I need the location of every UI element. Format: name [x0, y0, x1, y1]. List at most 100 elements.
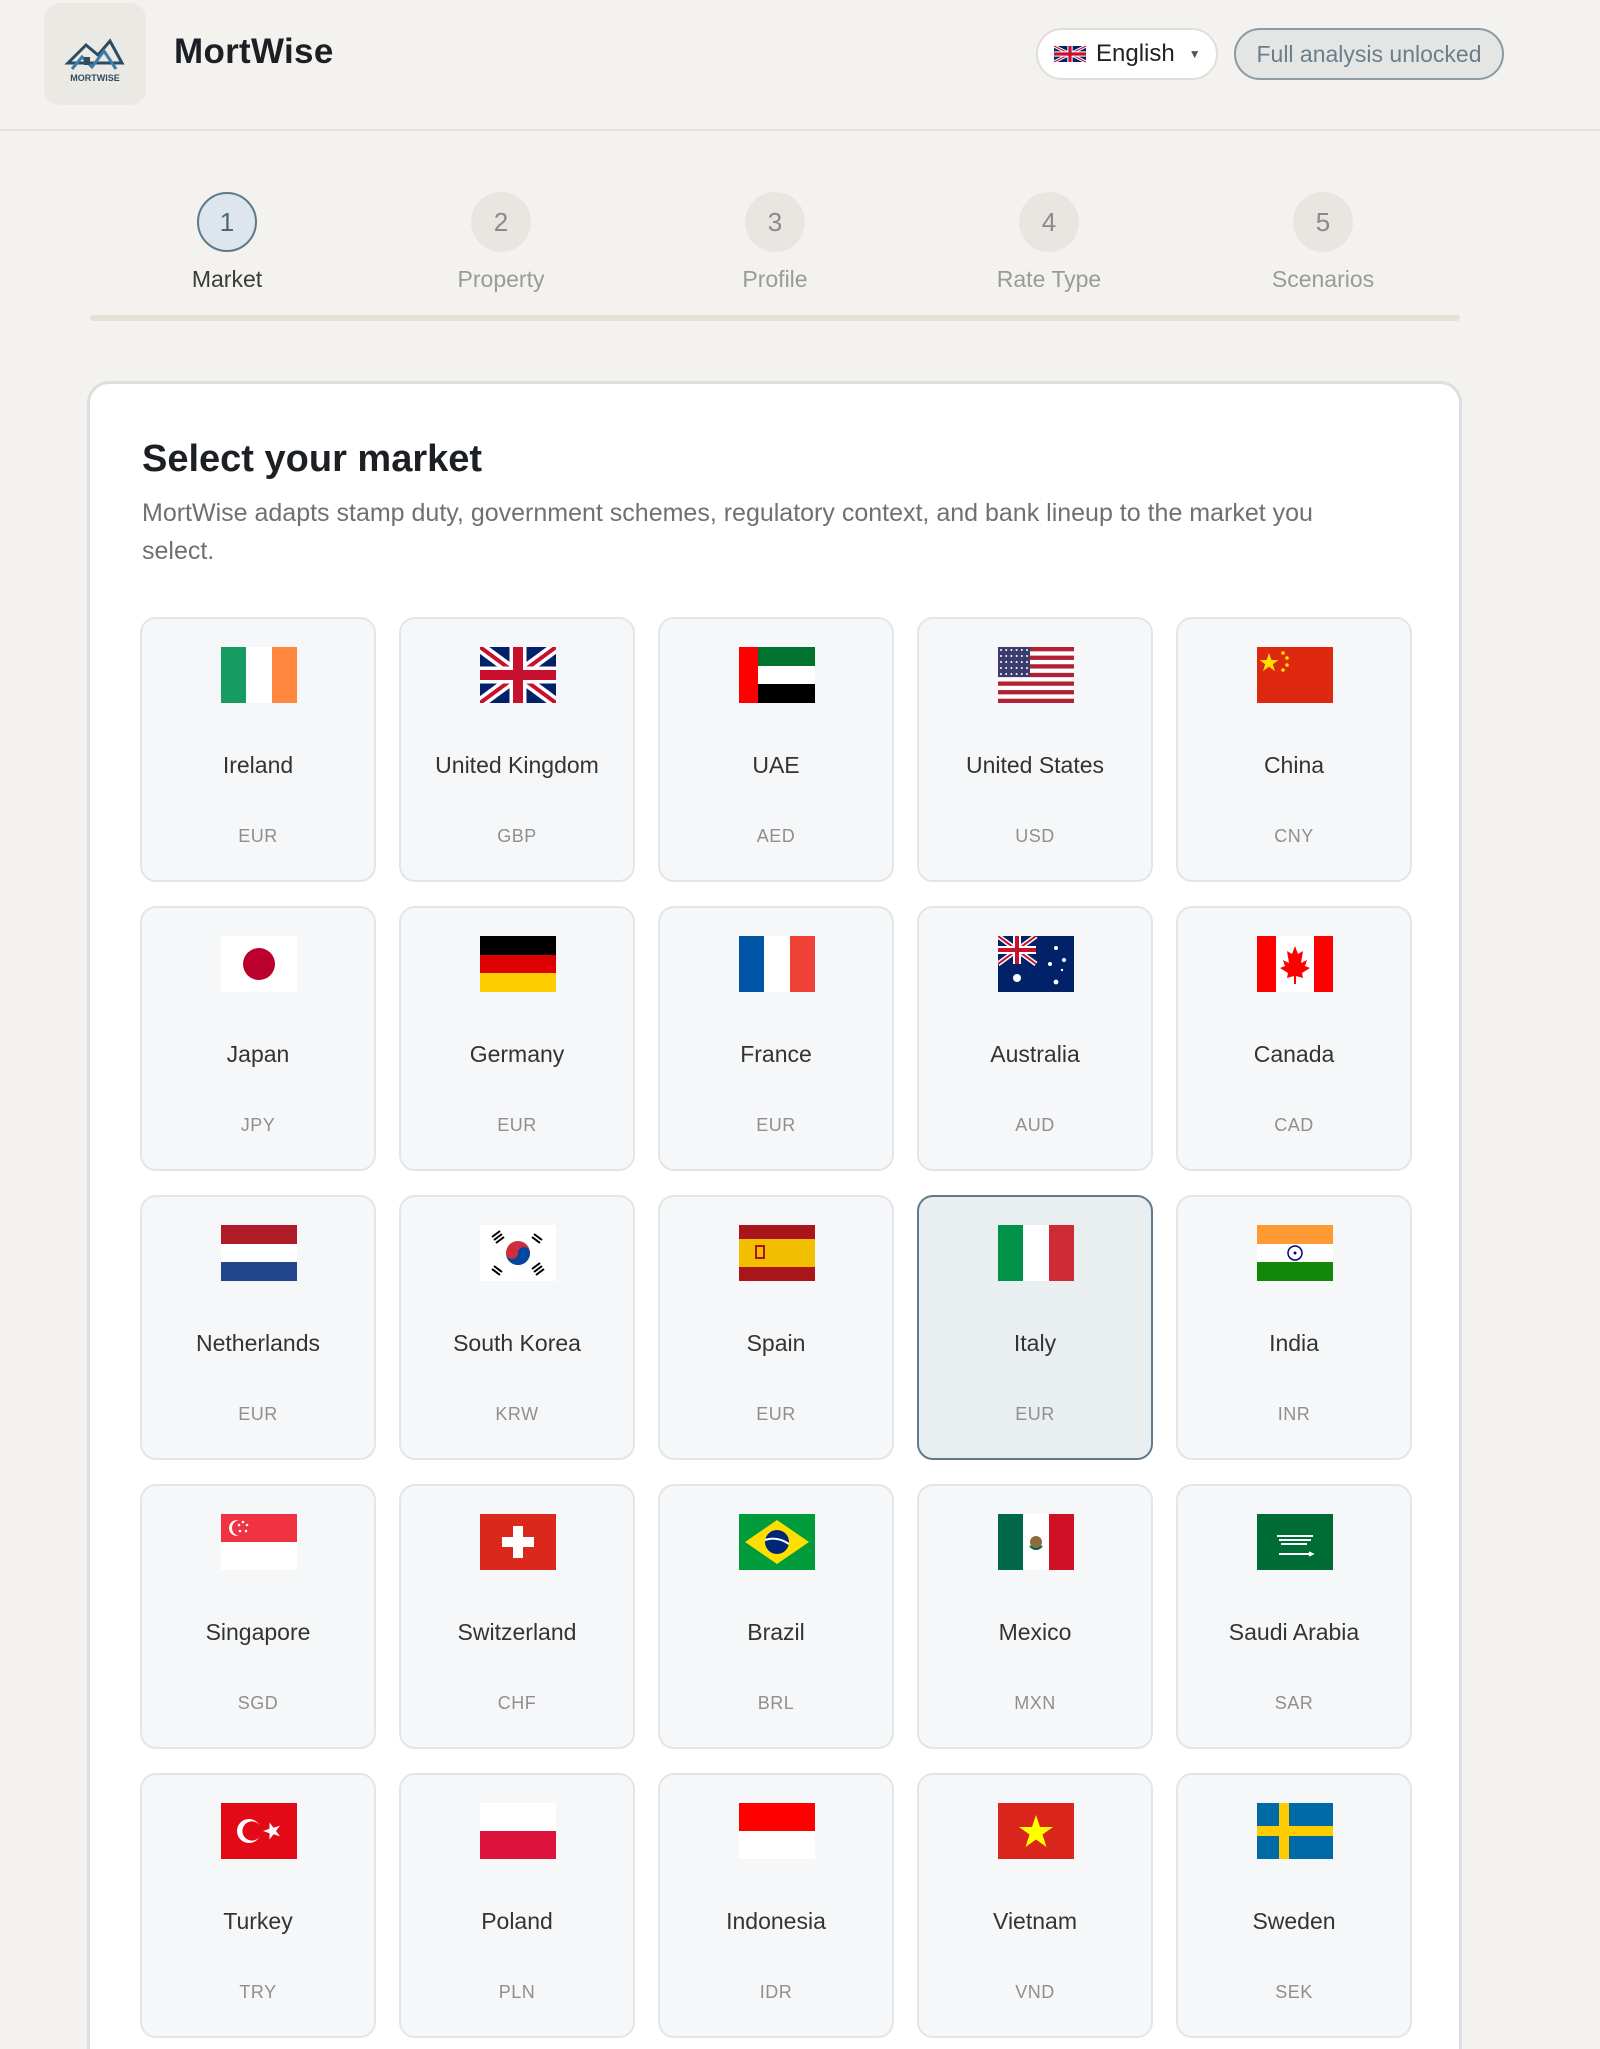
market-card-germany[interactable]: Germany EUR [399, 906, 635, 1171]
ie-flag-icon [221, 647, 297, 703]
app-title: MortWise [174, 32, 334, 71]
market-card-uae[interactable]: UAE AED [658, 617, 894, 882]
market-card-mexico[interactable]: Mexico MXN [917, 1484, 1153, 1749]
market-card-netherlands[interactable]: Netherlands EUR [140, 1195, 376, 1460]
house-logo-icon: MORTWISE [64, 38, 125, 83]
market-card-canada[interactable]: Canada CAD [1176, 906, 1412, 1171]
es-flag-icon [739, 1225, 815, 1281]
step-number: 1 [197, 192, 257, 252]
mortwise-logo[interactable]: MORTWISE [44, 3, 146, 105]
step-label: Property [457, 266, 545, 292]
uk-flag-icon [1054, 44, 1086, 64]
market-card-saudi-arabia[interactable]: Saudi Arabia SAR [1176, 1484, 1412, 1749]
currency-code: IDR [759, 1982, 793, 2002]
market-card-sweden[interactable]: Sweden SEK [1176, 1773, 1412, 2038]
ch-flag-icon [480, 1514, 556, 1570]
market-name: China [1263, 752, 1325, 778]
currency-code: AED [756, 826, 796, 846]
step-label: Rate Type [996, 266, 1102, 292]
status-badge[interactable]: Full analysis unlocked [1234, 28, 1504, 80]
market-card-india[interactable]: India INR [1176, 1195, 1412, 1460]
market-name: Germany [469, 1041, 565, 1067]
market-name: Brazil [747, 1619, 805, 1645]
market-name: Ireland [222, 752, 294, 778]
market-card-south-korea[interactable]: South Korea KRW [399, 1195, 635, 1460]
market-name: Japan [226, 1041, 290, 1067]
currency-code: EUR [238, 1404, 278, 1424]
market-name: Vietnam [993, 1908, 1077, 1934]
currency-code: EUR [497, 1115, 537, 1135]
in-flag-icon [1257, 1225, 1333, 1281]
currency-code: INR [1277, 1404, 1311, 1424]
market-card-ireland[interactable]: Ireland EUR [140, 617, 376, 882]
market-name: Saudi Arabia [1228, 1619, 1360, 1645]
market-card-japan[interactable]: Japan JPY [140, 906, 376, 1171]
currency-code: JPY [240, 1115, 276, 1135]
market-grid: Ireland EUR United Kingdom GBP UAE AED United … [140, 617, 1412, 2038]
nl-flag-icon [221, 1225, 297, 1281]
currency-code: EUR [756, 1115, 796, 1135]
gb-flag-icon [480, 647, 556, 703]
currency-code: SGD [237, 1693, 279, 1713]
market-card-spain[interactable]: Spain EUR [658, 1195, 894, 1460]
market-card-china[interactable]: China CNY [1176, 617, 1412, 882]
step-label: Scenarios [1271, 266, 1375, 292]
svg-text:MORTWISE: MORTWISE [70, 73, 120, 83]
currency-code: SAR [1274, 1693, 1314, 1713]
market-name: Netherlands [195, 1330, 321, 1356]
market-name: Sweden [1252, 1908, 1336, 1934]
br-flag-icon [739, 1514, 815, 1570]
stepper-track [90, 315, 1460, 321]
market-card-indonesia[interactable]: Indonesia IDR [658, 1773, 894, 2038]
vn-flag-icon [998, 1803, 1074, 1859]
market-name: Australia [990, 1041, 1080, 1067]
step-property[interactable]: 2 Property [421, 192, 581, 293]
currency-code: EUR [756, 1404, 796, 1424]
currency-code: BRL [757, 1693, 795, 1713]
market-card-brazil[interactable]: Brazil BRL [658, 1484, 894, 1749]
id-flag-icon [739, 1803, 815, 1859]
market-name: France [740, 1041, 812, 1067]
page-description: MortWise adapts stamp duty, government s… [142, 499, 1313, 565]
mx-flag-icon [998, 1514, 1074, 1570]
ae-flag-icon [739, 647, 815, 703]
market-card-vietnam[interactable]: Vietnam VND [917, 1773, 1153, 2038]
currency-code: EUR [238, 826, 278, 846]
step-number: 4 [1019, 192, 1079, 252]
market-card-united-states[interactable]: United States USD [917, 617, 1153, 882]
step-label: Profile [742, 266, 808, 292]
us-flag-icon [998, 647, 1074, 703]
step-number: 3 [745, 192, 805, 252]
currency-code: AUD [1015, 1115, 1055, 1135]
it-flag-icon [998, 1225, 1074, 1281]
pl-flag-icon [480, 1803, 556, 1859]
market-card-australia[interactable]: Australia AUD [917, 906, 1153, 1171]
currency-code: KRW [495, 1404, 539, 1424]
market-name: Indonesia [726, 1908, 826, 1934]
step-profile[interactable]: 3 Profile [695, 192, 855, 293]
market-name: Spain [746, 1330, 806, 1356]
step-rate-type[interactable]: 4 Rate Type [969, 192, 1129, 293]
market-card-singapore[interactable]: Singapore SGD [140, 1484, 376, 1749]
step-scenarios[interactable]: 5 Scenarios [1243, 192, 1403, 293]
kr-flag-icon [480, 1225, 556, 1281]
de-flag-icon [480, 936, 556, 992]
market-card-united-kingdom[interactable]: United Kingdom GBP [399, 617, 635, 882]
market-card-france[interactable]: France EUR [658, 906, 894, 1171]
market-card-italy[interactable]: Italy EUR [917, 1195, 1153, 1460]
se-flag-icon [1257, 1803, 1333, 1859]
market-panel: Select your market MortWise adapts stamp… [87, 381, 1462, 2049]
step-market[interactable]: 1 Market [147, 192, 307, 293]
market-card-poland[interactable]: Poland PLN [399, 1773, 635, 2038]
step-number: 2 [471, 192, 531, 252]
market-card-turkey[interactable]: Turkey TRY [140, 1773, 376, 2038]
ca-flag-icon [1257, 936, 1333, 992]
currency-code: CNY [1274, 826, 1314, 846]
market-card-switzerland[interactable]: Switzerland CHF [399, 1484, 635, 1749]
market-name: Singapore [205, 1619, 311, 1645]
language-selector[interactable]: English ▼ [1036, 28, 1218, 80]
tr-flag-icon [221, 1803, 297, 1859]
market-name: Switzerland [457, 1619, 577, 1645]
app-header: MORTWISE MortWise English ▼ Full analysi… [0, 0, 1600, 131]
currency-code: MXN [1014, 1693, 1056, 1713]
